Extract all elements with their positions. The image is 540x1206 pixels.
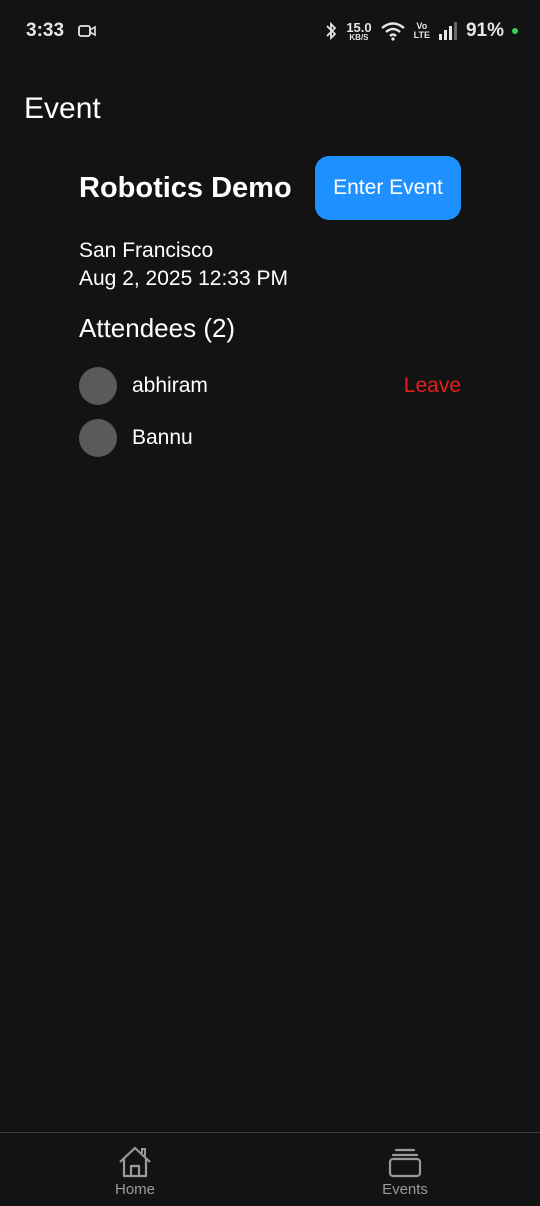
nav-label-events: Events [382,1181,428,1198]
avatar [79,419,117,457]
volte-indicator: Vo LTE [414,22,430,40]
enter-event-button[interactable]: Enter Event [315,156,461,220]
event-datetime: Aug 2, 2025 12:33 PM [79,267,288,290]
bluetooth-icon [326,21,337,41]
attendees-heading: Attendees (2) [79,313,236,343]
status-time: 3:33 [26,20,65,41]
network-speed-unit: KB/S [349,32,369,42]
nav-item-events[interactable]: Events [335,1133,475,1206]
bottom-nav: Home Events [0,1132,540,1206]
event-name: Robotics Demo [79,172,292,204]
leave-button[interactable]: Leave [404,374,461,398]
event-location: San Francisco [79,239,214,262]
status-bar: 3:33 15.0 KB/S Vo LTE 91% [0,0,540,62]
volte-bottom: LTE [413,30,430,40]
battery-status-dot [512,28,518,34]
nav-item-home[interactable]: Home [65,1133,205,1206]
attendee-row: Bannu [79,419,461,457]
video-camera-icon [78,25,96,37]
wifi-icon [380,22,405,41]
avatar [79,367,117,405]
nav-label-home: Home [114,1181,155,1198]
attendee-name: Bannu [132,426,193,449]
network-speed-value: 15.0 [346,19,372,35]
status-right-group: 15.0 KB/S Vo LTE 91% [324,18,518,44]
attendee-name: abhiram [132,374,208,397]
signal-icon [438,22,457,40]
events-stack-icon [388,1148,422,1178]
attendee-row: abhiram Leave [79,367,461,405]
battery-percentage: 91% [465,20,504,41]
home-icon [119,1146,151,1178]
screen: 3:33 15.0 KB/S Vo LTE 91% Event Robotics… [0,0,540,1206]
page-title: Event [24,92,101,125]
network-speed: 15.0 KB/S [346,21,371,42]
